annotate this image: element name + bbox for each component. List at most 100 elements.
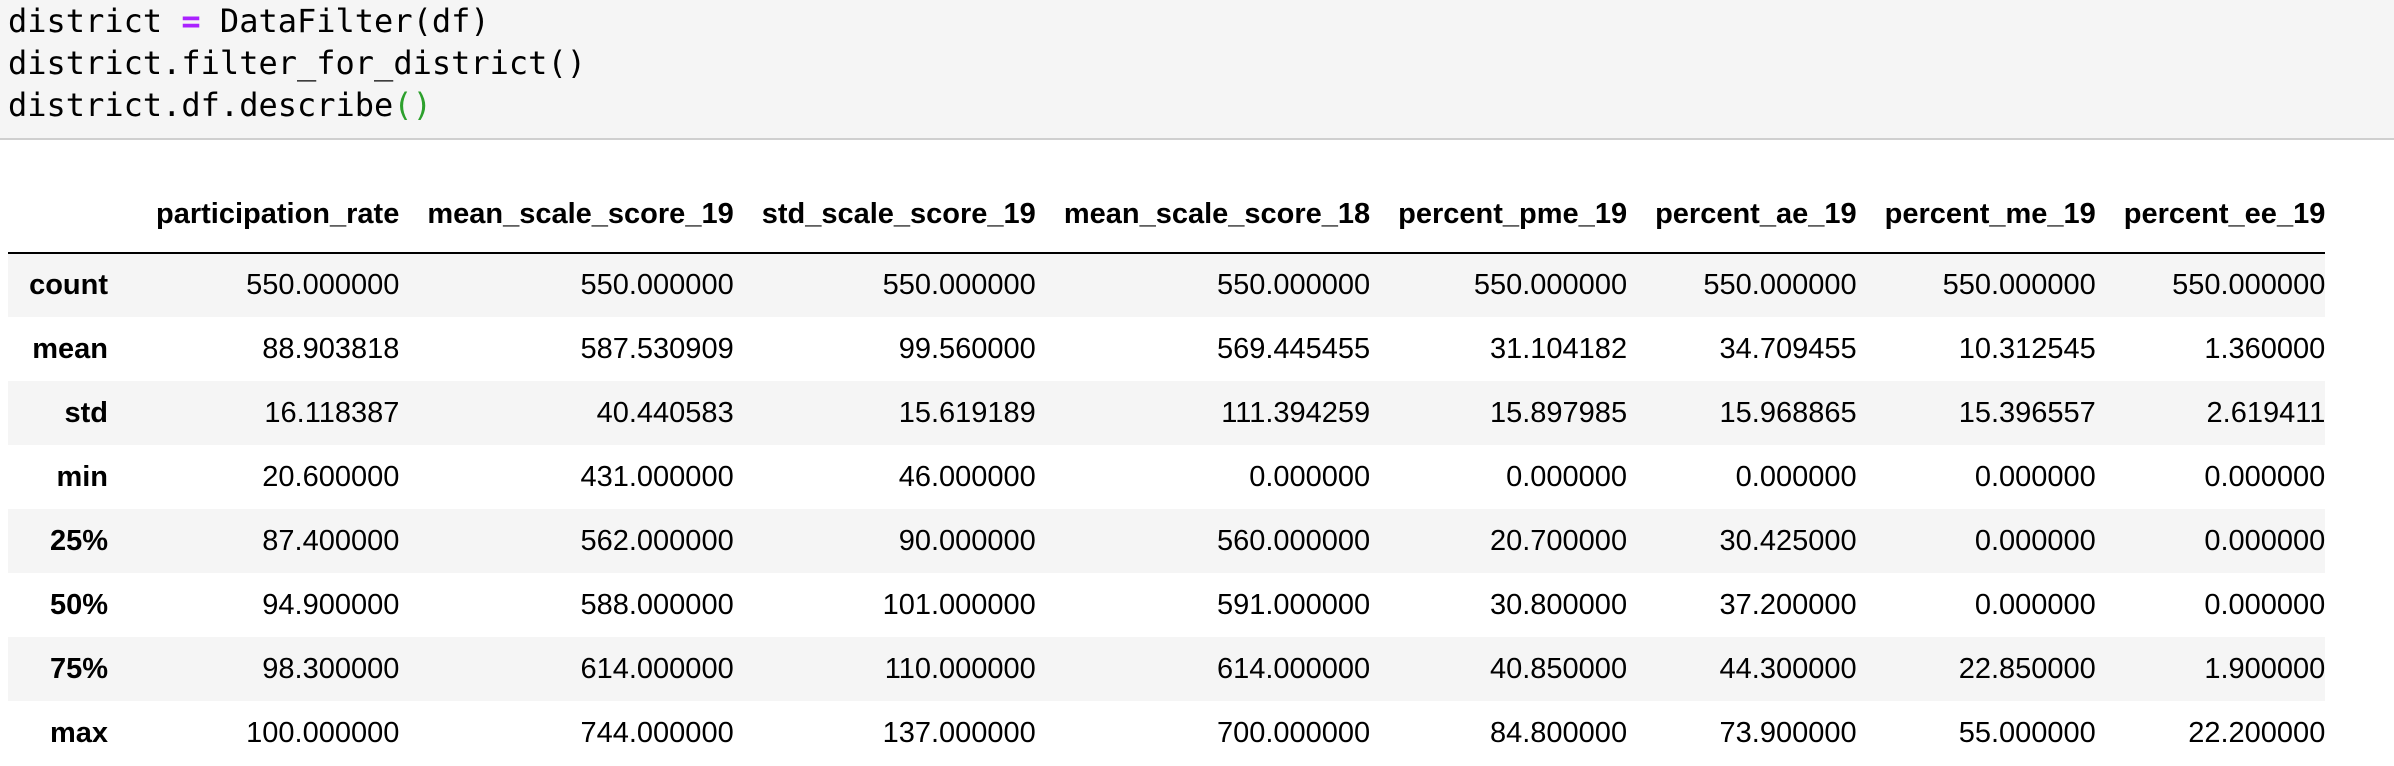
assignment-operator: = (181, 2, 201, 40)
table-cell: 30.800000 (1489, 588, 1628, 621)
table-cell: 15.396557 (1958, 396, 2096, 429)
row-label: 75% (49, 652, 108, 685)
table-cell: 10.312545 (1958, 332, 2096, 365)
table-cell: 15.897985 (1489, 396, 1628, 429)
column-header: percent_me_19 (1856, 176, 2096, 254)
column-header: mean_scale_score_19 (399, 176, 734, 254)
table-cell: 101.000000 (882, 588, 1036, 621)
column-header: percent_pme_19 (1370, 176, 1628, 254)
table-cell: 1.900000 (2204, 652, 2326, 685)
table-cell: 0.000000 (1249, 460, 1371, 493)
row-label: min (56, 460, 108, 493)
table-cell: 550.000000 (1703, 269, 1857, 301)
code-call: district.df.describe (8, 86, 394, 124)
table-cell: 99.560000 (898, 332, 1036, 365)
table-cell: 40.850000 (1489, 652, 1628, 685)
code-variable: district (8, 2, 163, 40)
code-cell[interactable]: district = DataFilter(df) district.filte… (0, 0, 2394, 140)
table-cell: 20.600000 (262, 460, 400, 493)
table-row: 50% 94.900000 588.000000 101.000000 591.0000… (8, 573, 2325, 637)
table-row: count 550.000000 550.000000 550.000000 550.0… (8, 253, 2326, 317)
row-label: mean (32, 332, 108, 365)
table-cell: 2.619411 (2206, 396, 2326, 429)
table-cell: 87.400000 (262, 524, 400, 557)
table-cell: 569.445455 (1216, 332, 1371, 365)
table-row: std 16.118387 40.440583 15.619189 111.394259… (8, 381, 2326, 445)
table-cell: 40.440583 (596, 396, 734, 429)
table-row: mean 88.903818 587.530909 99.560000 569.4454… (8, 317, 2325, 381)
column-header: participation_rate (128, 176, 400, 254)
table-cell: 550.000000 (580, 269, 734, 301)
row-label: count (29, 269, 108, 301)
table-cell: 84.800000 (1489, 716, 1628, 749)
row-label: max (49, 716, 108, 749)
table-cell: 0.000000 (2204, 524, 2326, 557)
table-cell: 55.000000 (1958, 716, 2096, 749)
table-body: count 550.000000 550.000000 550.000000 550.0… (8, 253, 2326, 765)
table-cell: 111.394259 (1221, 396, 1371, 429)
table-cell: 550.000000 (1473, 269, 1628, 301)
table-cell: 15.968865 (1719, 396, 1857, 429)
table-cell: 0.000000 (1974, 524, 2096, 557)
table-cell: 550.000000 (2172, 269, 2326, 301)
table-cell: 562.000000 (580, 524, 734, 557)
column-header: percent_ae_19 (1627, 176, 1857, 254)
column-header: percent_ee_19 (2095, 176, 2326, 254)
table-cell: 588.000000 (580, 588, 734, 621)
table-cell: 0.000000 (2204, 460, 2326, 493)
table-row: 75% 98.300000 614.000000 110.000000 614.0000… (8, 637, 2326, 701)
code-line-3: district.df.describe() (8, 84, 432, 126)
table-cell: 591.000000 (1216, 588, 1371, 621)
table-cell: 30.425000 (1719, 524, 1857, 557)
code-call: DataFilter(df) (219, 2, 490, 40)
describe-table: participation_rate mean_scale_score_19 std… (8, 176, 2326, 765)
table-cell: 100.000000 (246, 716, 400, 749)
output-area: participation_rate mean_scale_score_19 std… (8, 176, 2388, 765)
code-line-1: district = DataFilter(df) (8, 0, 490, 42)
table-cell: 0.000000 (1974, 460, 2096, 493)
table-cell: 0.000000 (1974, 588, 2096, 621)
row-label: std (64, 396, 109, 429)
table-cell: 560.000000 (1216, 524, 1371, 557)
table-cell: 31.104182 (1489, 332, 1628, 365)
table-cell: 46.000000 (898, 460, 1036, 493)
table-row: min 20.600000 431.000000 46.000000 0.000000 0… (8, 445, 2325, 509)
table-cell: 94.900000 (262, 588, 400, 621)
table-cell: 137.000000 (882, 716, 1036, 749)
table-cell: 90.000000 (898, 524, 1036, 557)
table-cell: 73.900000 (1719, 716, 1857, 749)
table-cell: 0.000000 (1506, 460, 1628, 493)
table-cell: 20.700000 (1489, 524, 1628, 557)
table-cell: 22.850000 (1958, 652, 2096, 685)
table-cell: 0.000000 (2204, 588, 2326, 621)
code-line-2: district.filter_for_district() (8, 44, 586, 82)
table-cell: 15.619189 (898, 396, 1036, 429)
index-header (8, 176, 128, 254)
table-cell: 550.000000 (1216, 269, 1371, 301)
table-row: max 100.000000 744.000000 137.000000 700.000… (8, 701, 2325, 765)
table-cell: 614.000000 (580, 652, 734, 685)
table-cell: 16.118387 (264, 396, 400, 429)
table-row: 25% 87.400000 562.000000 90.000000 560.00000… (8, 509, 2326, 573)
table-cell: 614.000000 (1216, 652, 1371, 685)
row-label: 50% (49, 588, 108, 621)
table-cell: 431.000000 (580, 460, 734, 493)
table-cell: 34.709455 (1719, 332, 1857, 365)
table-cell: 0.000000 (1735, 460, 1857, 493)
table-cell: 110.000000 (884, 652, 1036, 685)
column-header: mean_scale_score_18 (1035, 176, 1371, 254)
column-header: std_scale_score_19 (733, 176, 1036, 254)
matched-parens: () (393, 86, 432, 124)
table-cell: 1.360000 (2204, 332, 2326, 365)
table-header-row: participation_rate mean_scale_score_19 std… (8, 176, 2326, 254)
table-cell: 22.200000 (2188, 716, 2326, 749)
table-cell: 37.200000 (1719, 588, 1857, 621)
table-cell: 550.000000 (246, 269, 400, 301)
table-cell: 44.300000 (1719, 652, 1857, 685)
table-cell: 550.000000 (882, 269, 1036, 301)
table-cell: 700.000000 (1216, 716, 1371, 749)
row-label: 25% (49, 524, 108, 557)
table-cell: 587.530909 (580, 332, 734, 365)
table-cell: 744.000000 (580, 716, 734, 749)
table-cell: 88.903818 (262, 332, 400, 365)
